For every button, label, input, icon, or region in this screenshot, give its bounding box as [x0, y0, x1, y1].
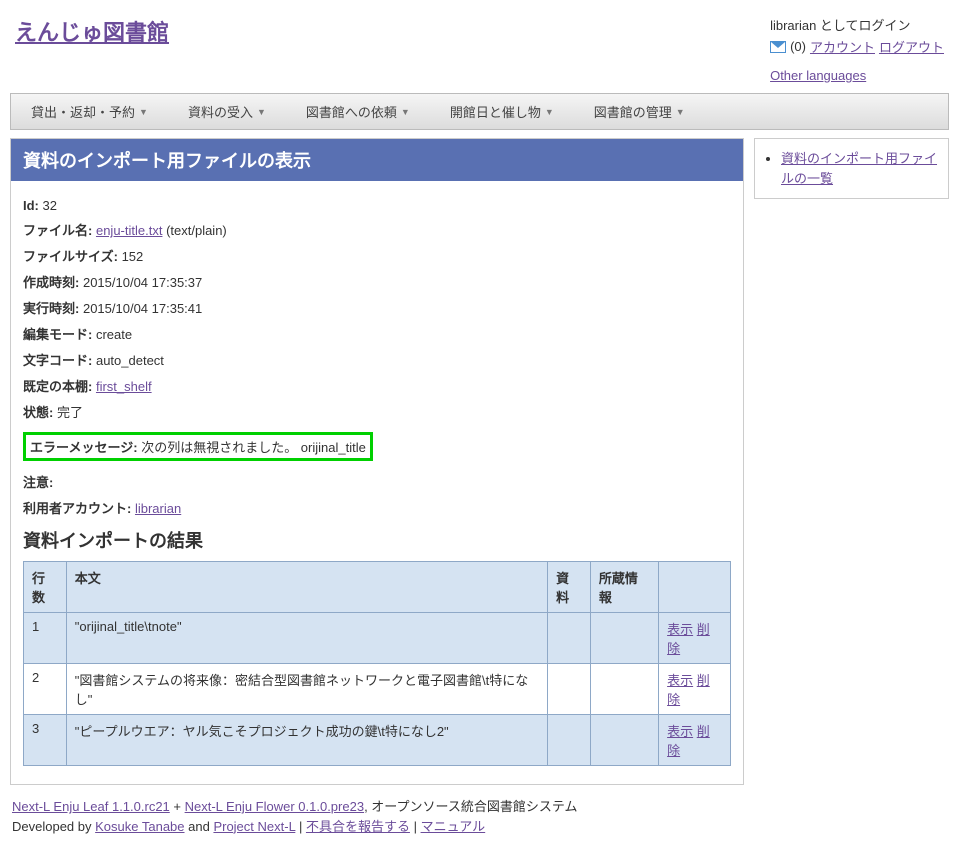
filename-link[interactable]: enju-title.txt	[96, 223, 162, 238]
mode-value: create	[96, 327, 132, 342]
chevron-down-icon: ▼	[676, 107, 685, 117]
account-link-value[interactable]: librarian	[135, 501, 181, 516]
sidebar: 資料のインポート用ファイルの一覧	[754, 138, 949, 199]
chevron-down-icon: ▼	[401, 107, 410, 117]
footer-leaf-link[interactable]: Next-L Enju Leaf 1.1.0.rc21	[12, 799, 170, 814]
error-message-highlight: エラーメッセージ: 次の列は無視されました。 orijinal_title	[23, 432, 373, 461]
th-body: 本文	[66, 562, 547, 613]
cell-body: "ピープルウエア：ヤル気こそプロジェクト成功の鍵\t特になし2"	[66, 715, 547, 766]
id-value: 32	[43, 198, 57, 213]
footer-manual-link[interactable]: マニュアル	[421, 819, 486, 834]
th-resource: 資料	[548, 562, 591, 613]
error-label: エラーメッセージ:	[30, 440, 138, 455]
cell-item	[590, 613, 658, 664]
cell-line: 1	[24, 613, 67, 664]
shelf-label: 既定の本棚:	[23, 379, 92, 394]
chevron-down-icon: ▼	[545, 107, 554, 117]
logout-link[interactable]: ログアウト	[879, 37, 944, 56]
nav-loan[interactable]: 貸出・返却・予約▼	[11, 94, 168, 129]
main-nav: 貸出・返却・予約▼ 資料の受入▼ 図書館への依頼▼ 開館日と催し物▼ 図書館の管…	[10, 93, 949, 130]
cell-actions: 表示 削除	[659, 664, 731, 715]
footer-author-link[interactable]: Kosuke Tanabe	[95, 819, 184, 834]
footer-project-link[interactable]: Project Next-L	[213, 819, 295, 834]
footer-report-link[interactable]: 不具合を報告する	[306, 819, 410, 834]
id-label: Id:	[23, 198, 39, 213]
cell-resource	[548, 664, 591, 715]
show-link[interactable]: 表示	[667, 622, 693, 637]
encoding-label: 文字コード:	[23, 353, 92, 368]
cell-line: 3	[24, 715, 67, 766]
mail-icon[interactable]	[770, 41, 786, 53]
cell-resource	[548, 613, 591, 664]
executed-label: 実行時刻:	[23, 301, 79, 316]
shelf-link[interactable]: first_shelf	[96, 379, 152, 394]
results-table: 行数 本文 資料 所蔵情報 1"orijinal_title\tnote" 表示 …	[23, 561, 731, 766]
footer: Next-L Enju Leaf 1.1.0.rc21 + Next-L Enj…	[10, 797, 949, 836]
cell-actions: 表示 削除	[659, 715, 731, 766]
footer-flower-link[interactable]: Next-L Enju Flower 0.1.0.pre23	[185, 799, 364, 814]
encoding-value: auto_detect	[96, 353, 164, 368]
sidebar-list-link[interactable]: 資料のインポート用ファイルの一覧	[781, 151, 937, 186]
results-title: 資料インポートの結果	[23, 527, 731, 553]
filename-label: ファイル名:	[23, 223, 92, 238]
table-row: 3"ピープルウエア：ヤル気こそプロジェクト成功の鍵\t特になし2" 表示 削除	[24, 715, 731, 766]
show-link[interactable]: 表示	[667, 673, 693, 688]
table-row: 1"orijinal_title\tnote" 表示 削除	[24, 613, 731, 664]
executed-value: 2015/10/04 17:35:41	[83, 301, 202, 316]
cell-line: 2	[24, 664, 67, 715]
cell-body: "図書館システムの将来像：密結合型図書館ネットワークと電子図書館\t特になし"	[66, 664, 547, 715]
table-row: 2"図書館システムの将来像：密結合型図書館ネットワークと電子図書館\t特になし"…	[24, 664, 731, 715]
chevron-down-icon: ▼	[139, 107, 148, 117]
page-title: 資料のインポート用ファイルの表示	[11, 139, 743, 181]
th-line: 行数	[24, 562, 67, 613]
logged-in-text: librarian としてログイン	[770, 15, 944, 34]
user-area: librarian としてログイン (0) アカウント ログアウト Other …	[770, 15, 944, 83]
cell-item	[590, 664, 658, 715]
other-languages-link[interactable]: Other languages	[770, 68, 866, 83]
cell-resource	[548, 715, 591, 766]
account-link[interactable]: アカウント	[810, 37, 875, 56]
cell-item	[590, 715, 658, 766]
nav-manage[interactable]: 図書館の管理▼	[574, 94, 705, 129]
filesize-label: ファイルサイズ:	[23, 249, 118, 264]
cell-body: "orijinal_title\tnote"	[66, 613, 547, 664]
mode-label: 編集モード:	[23, 327, 92, 342]
site-title-link[interactable]: えんじゅ図書館	[15, 15, 169, 47]
chevron-down-icon: ▼	[257, 107, 266, 117]
filename-mime: (text/plain)	[162, 223, 226, 238]
created-label: 作成時刻:	[23, 275, 79, 290]
nav-calendar[interactable]: 開館日と催し物▼	[430, 94, 574, 129]
error-value: 次の列は無視されました。 orijinal_title	[141, 440, 366, 455]
nav-acquire[interactable]: 資料の受入▼	[168, 94, 286, 129]
show-link[interactable]: 表示	[667, 724, 693, 739]
state-label: 状態:	[23, 405, 53, 420]
nav-request[interactable]: 図書館への依頼▼	[286, 94, 430, 129]
cell-actions: 表示 削除	[659, 613, 731, 664]
th-actions	[659, 562, 731, 613]
filesize-value: 152	[122, 249, 144, 264]
state-value: 完了	[57, 405, 83, 420]
account-label: 利用者アカウント:	[23, 501, 131, 516]
created-value: 2015/10/04 17:35:37	[83, 275, 202, 290]
notification-count: (0)	[790, 39, 806, 54]
main-content: 資料のインポート用ファイルの表示 Id: 32 ファイル名: enju-titl…	[10, 138, 744, 785]
th-item: 所蔵情報	[590, 562, 658, 613]
note-label: 注意:	[23, 475, 53, 490]
